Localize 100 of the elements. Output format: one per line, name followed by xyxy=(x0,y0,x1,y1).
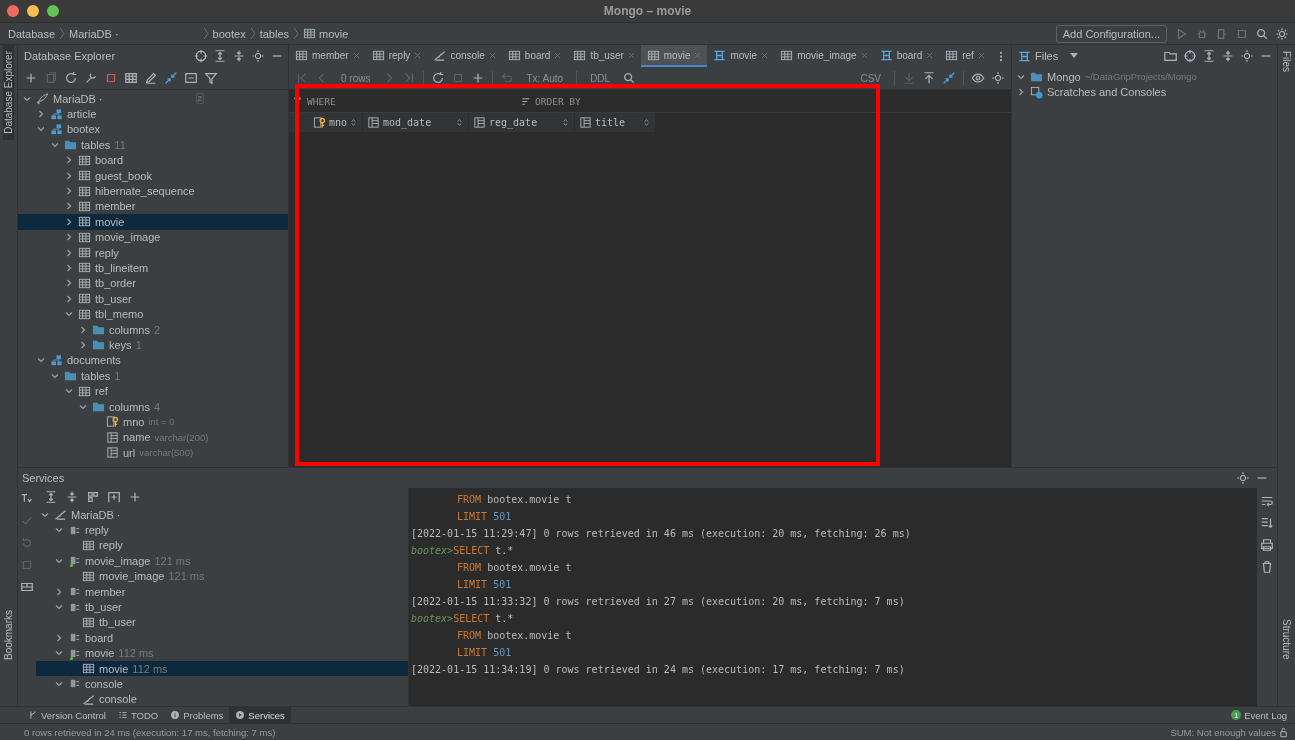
tree-item[interactable]: Scratches and Consoles xyxy=(1012,84,1277,100)
order-by-field[interactable]: ORDER BY xyxy=(517,90,581,112)
tree-item[interactable]: board xyxy=(18,152,288,168)
tree-item[interactable]: movie xyxy=(18,214,288,230)
settings-icon[interactable] xyxy=(1238,47,1256,65)
editor-tab[interactable]: member xyxy=(289,45,366,67)
zoom-button[interactable] xyxy=(47,5,59,17)
print-icon[interactable] xyxy=(1258,536,1276,554)
tool-window-tab[interactable]: Problems xyxy=(164,707,230,723)
breadcrumb[interactable]: MariaDB · xyxy=(69,27,119,40)
editor-tab[interactable]: reply xyxy=(365,45,428,67)
chevron-down-icon[interactable] xyxy=(54,679,64,689)
tree-item[interactable]: bootex xyxy=(18,121,288,138)
export-format-dropdown[interactable]: CSV xyxy=(852,72,889,84)
chevron-right-icon[interactable] xyxy=(64,155,74,166)
settings-icon[interactable] xyxy=(1234,469,1252,487)
column-header[interactable]: reg_date xyxy=(469,113,575,132)
chevron-right-icon[interactable] xyxy=(36,109,46,120)
editor-tab[interactable]: board xyxy=(501,45,568,67)
column-header[interactable]: mod_date xyxy=(363,113,469,132)
tree-item[interactable]: reply xyxy=(18,244,288,261)
chevron-right-icon[interactable] xyxy=(64,278,74,289)
close-button[interactable] xyxy=(7,5,19,17)
tree-item[interactable]: tb_order xyxy=(18,275,288,292)
sort-icon[interactable] xyxy=(563,118,568,127)
database-explorer-tab[interactable]: Database Explorer xyxy=(3,45,14,140)
sort-icon[interactable] xyxy=(351,118,356,127)
tree-item[interactable]: console xyxy=(36,676,408,692)
tree-item[interactable]: member xyxy=(36,583,408,600)
chevron-right-icon[interactable] xyxy=(64,293,74,304)
close-icon[interactable] xyxy=(414,51,422,59)
tree-item[interactable]: hibernate_sequence xyxy=(18,183,288,199)
sort-icon[interactable] xyxy=(644,118,649,127)
tree-item[interactable]: ref xyxy=(18,383,288,399)
chevron-right-icon[interactable] xyxy=(64,201,74,212)
chevron-right-icon[interactable] xyxy=(64,247,74,258)
editor-tab[interactable]: tb_user xyxy=(567,45,641,67)
editor-tab[interactable]: board xyxy=(873,45,940,67)
tree-item[interactable]: article xyxy=(18,106,288,122)
ddl-button[interactable]: DDL xyxy=(582,72,619,84)
panel-title[interactable]: Files xyxy=(1035,50,1059,62)
chevron-right-icon[interactable] xyxy=(78,339,88,350)
editor-tab[interactable]: console xyxy=(427,45,502,67)
tree-item[interactable]: tables 11 xyxy=(18,137,288,153)
editor-tab[interactable]: movie_image xyxy=(774,45,874,67)
editor-tab[interactable]: movie xyxy=(707,45,775,67)
close-icon[interactable] xyxy=(860,51,868,59)
tree-item[interactable]: movie_image 121 ms xyxy=(36,568,408,584)
tree-item[interactable]: member xyxy=(18,198,288,215)
tree-item[interactable]: tb_lineitem xyxy=(18,260,288,276)
close-icon[interactable] xyxy=(977,51,985,59)
close-icon[interactable] xyxy=(761,51,769,59)
chevron-right-icon[interactable] xyxy=(1016,87,1026,98)
tree-item[interactable]: MariaDB · 2 xyxy=(18,91,288,107)
close-icon[interactable] xyxy=(627,51,635,59)
tree-item[interactable]: url varchar(500) xyxy=(18,445,288,461)
chevron-right-icon[interactable] xyxy=(54,586,64,597)
editor-tab[interactable]: movie xyxy=(640,45,708,67)
tree-item[interactable]: tbl_memo xyxy=(18,306,288,322)
editor-tab[interactable]: ref xyxy=(939,45,991,67)
tool-window-tab[interactable]: Version Control xyxy=(22,707,112,723)
add-configuration-button[interactable]: Add Configuration... xyxy=(1055,24,1167,43)
breadcrumb[interactable]: bootex xyxy=(212,27,246,40)
chevron-right-icon[interactable] xyxy=(64,263,74,273)
tree-item[interactable]: reply xyxy=(36,537,408,554)
breadcrumb[interactable]: tables xyxy=(259,27,289,40)
target-icon[interactable] xyxy=(192,47,210,65)
breadcrumb[interactable]: Database xyxy=(8,27,56,40)
settings-icon[interactable] xyxy=(989,69,1007,87)
close-icon[interactable] xyxy=(352,51,360,59)
tree-item[interactable]: movie_image 121 ms xyxy=(36,553,408,569)
dropdown-icon[interactable] xyxy=(1070,53,1079,59)
structure-tab[interactable]: Structure xyxy=(1281,613,1292,666)
tree-item[interactable]: tb_user xyxy=(36,599,408,615)
row-count[interactable]: 0 rows xyxy=(333,72,379,84)
files-tab[interactable]: Files xyxy=(1281,45,1292,79)
tree-item[interactable]: MariaDB · xyxy=(36,507,408,523)
tree-item[interactable]: guest_book xyxy=(18,167,288,184)
tree-item[interactable]: tb_user xyxy=(36,614,408,631)
chevron-right-icon[interactable] xyxy=(54,632,64,643)
close-icon[interactable] xyxy=(488,51,496,59)
tree-item[interactable]: movie 112 ms xyxy=(36,660,408,677)
tree-item[interactable]: columns 4 xyxy=(18,398,288,415)
bookmarks-tab[interactable]: Bookmarks xyxy=(3,604,14,666)
tree-item[interactable]: documents xyxy=(18,352,288,369)
breadcrumb[interactable]: movie xyxy=(303,27,349,40)
tree-item[interactable]: reply xyxy=(36,522,408,538)
chevron-right-icon[interactable] xyxy=(64,232,74,243)
tree-item[interactable]: board xyxy=(36,630,408,646)
tree-item[interactable]: tables 1 xyxy=(18,368,288,384)
where-filter-field[interactable]: WHERE xyxy=(289,90,517,112)
tree-item[interactable]: movie_image xyxy=(18,229,288,245)
settings-icon[interactable] xyxy=(249,47,267,65)
target-icon[interactable] xyxy=(1181,47,1199,65)
tool-window-tab[interactable]: TODO xyxy=(111,707,165,723)
chevron-right-icon[interactable] xyxy=(64,216,74,227)
chevron-right-icon[interactable] xyxy=(78,324,88,335)
close-icon[interactable] xyxy=(926,51,934,59)
tree-item[interactable]: movie 112 ms xyxy=(36,645,408,661)
more-icon[interactable] xyxy=(999,49,1003,63)
